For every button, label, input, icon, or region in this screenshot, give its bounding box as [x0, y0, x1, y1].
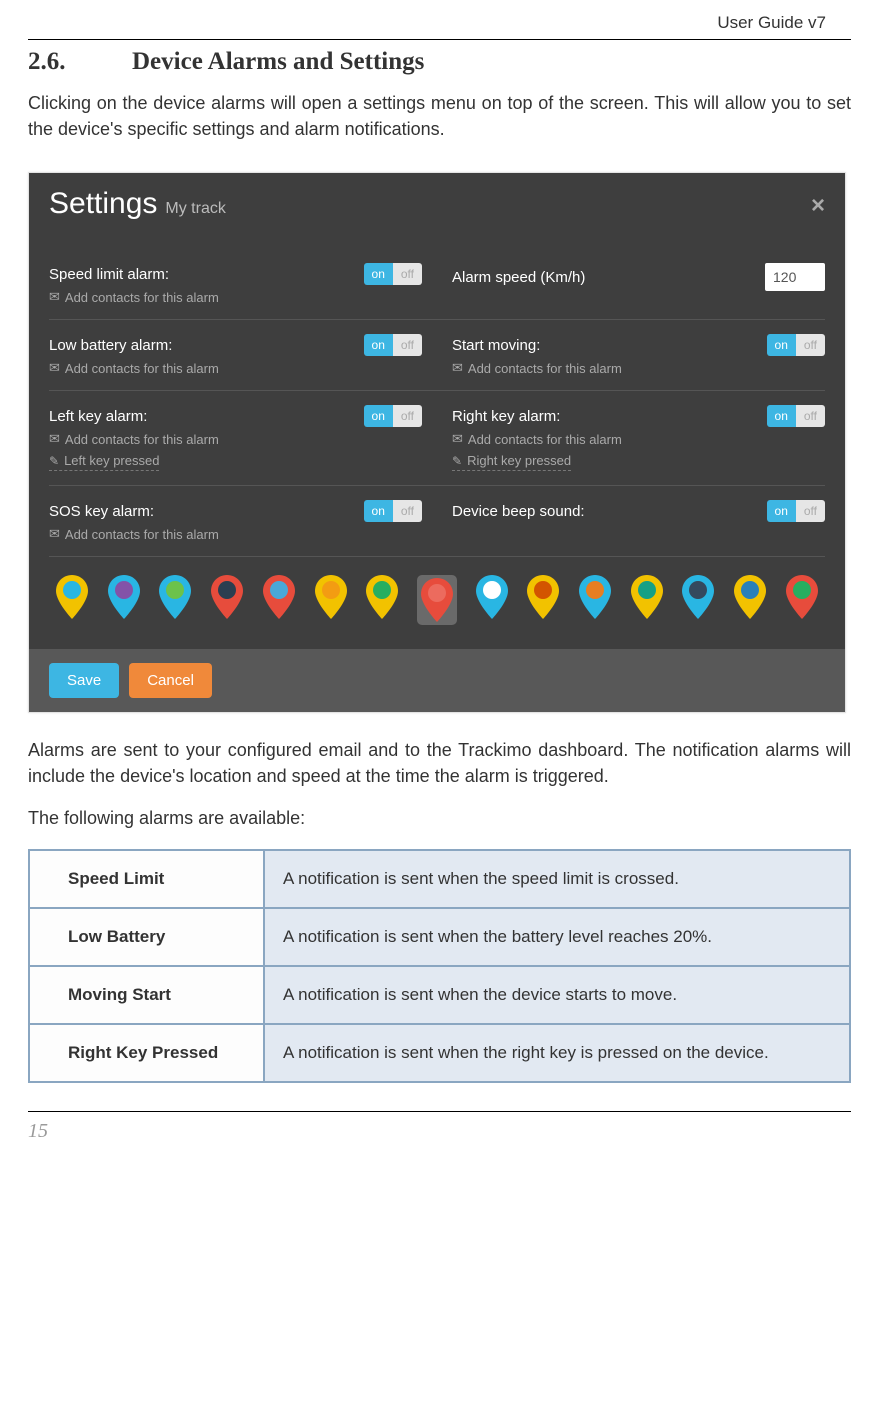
setting-label: Low battery alarm:: [49, 337, 172, 354]
page-number: 15: [28, 1120, 851, 1143]
section-number: 2.6.: [28, 48, 132, 76]
setting-label: Start moving:: [452, 337, 540, 354]
after-panel-paragraph: Alarms are sent to your configured email…: [28, 737, 851, 789]
add-contacts-link[interactable]: Add contacts for this alarm: [49, 526, 422, 542]
alarm-desc: A notification is sent when the device s…: [264, 966, 850, 1024]
toggle-switch[interactable]: onoff: [767, 500, 825, 522]
settings-header: Settings My track ×: [29, 173, 845, 235]
settings-row: Low battery alarm: onoff Add contacts for …: [49, 320, 825, 391]
toggle-switch[interactable]: onoff: [364, 263, 422, 285]
setting-cell-right: Device beep sound: onoff: [452, 500, 825, 542]
intro-paragraph: Clicking on the device alarms will open …: [28, 90, 851, 142]
map-pin-icon[interactable]: [630, 575, 664, 619]
setting-cell-left: SOS key alarm: onoff Add contacts for this…: [49, 500, 422, 542]
toggle-switch[interactable]: onoff: [767, 334, 825, 356]
map-pin-icon[interactable]: [785, 575, 819, 619]
setting-cell-right: Start moving: onoff Add contacts for this …: [452, 334, 825, 376]
map-pin-icon[interactable]: [475, 575, 509, 619]
settings-footer: Save Cancel: [29, 649, 845, 712]
setting-cell-left: Left key alarm: onoff Add contacts for thi…: [49, 405, 422, 471]
add-contacts-link[interactable]: Add contacts for this alarm: [452, 431, 825, 447]
map-pin-icon[interactable]: [578, 575, 612, 619]
save-button[interactable]: Save: [49, 663, 119, 698]
setting-label: Device beep sound:: [452, 503, 585, 520]
alarm-table: Speed LimitA notification is sent when t…: [28, 849, 851, 1083]
map-pin-icon[interactable]: [526, 575, 560, 619]
section-heading: 2.6.Device Alarms and Settings: [28, 48, 851, 76]
setting-label: Right key alarm:: [452, 408, 560, 425]
add-contacts-link[interactable]: Add contacts for this alarm: [452, 360, 825, 376]
map-pin-icon[interactable]: [158, 575, 192, 619]
setting-label: Speed limit alarm:: [49, 266, 169, 283]
alarm-name: Moving Start: [29, 966, 264, 1024]
settings-row: SOS key alarm: onoff Add contacts for this…: [49, 486, 825, 557]
map-pin-icon[interactable]: [55, 575, 89, 619]
doc-header: User Guide v7: [28, 13, 851, 33]
toggle-switch[interactable]: onoff: [364, 405, 422, 427]
header-rule: [28, 39, 851, 40]
setting-label: Alarm speed (Km/h): [452, 269, 585, 286]
settings-title: Settings: [49, 187, 157, 221]
section-title: Device Alarms and Settings: [132, 48, 424, 75]
settings-body: Speed limit alarm: onoff Add contacts for …: [29, 235, 845, 649]
settings-row: Speed limit alarm: onoff Add contacts for …: [49, 249, 825, 320]
map-pin-icon[interactable]: [417, 575, 457, 625]
table-row: Moving StartA notification is sent when …: [29, 966, 850, 1024]
key-pressed-field[interactable]: Left key pressed: [49, 453, 159, 471]
toggle-switch[interactable]: onoff: [767, 405, 825, 427]
alarm-desc: A notification is sent when the speed li…: [264, 850, 850, 908]
map-pin-icon[interactable]: [210, 575, 244, 619]
toggle-switch[interactable]: onoff: [364, 500, 422, 522]
settings-row: Left key alarm: onoff Add contacts for thi…: [49, 391, 825, 486]
add-contacts-link[interactable]: Add contacts for this alarm: [49, 431, 422, 447]
add-contacts-link[interactable]: Add contacts for this alarm: [49, 289, 422, 305]
alarm-speed-input[interactable]: [765, 263, 825, 291]
close-icon[interactable]: ×: [811, 192, 825, 220]
setting-cell-right: Alarm speed (Km/h): [452, 263, 825, 305]
setting-cell-left: Low battery alarm: onoff Add contacts for …: [49, 334, 422, 376]
table-row: Speed LimitA notification is sent when t…: [29, 850, 850, 908]
alarm-desc: A notification is sent when the battery …: [264, 908, 850, 966]
alarm-name: Low Battery: [29, 908, 264, 966]
cancel-button[interactable]: Cancel: [129, 663, 212, 698]
settings-subtitle: My track: [165, 200, 225, 218]
pin-icon-row: [49, 557, 825, 629]
setting-cell-left: Speed limit alarm: onoff Add contacts for …: [49, 263, 422, 305]
alarm-name: Right Key Pressed: [29, 1024, 264, 1082]
map-pin-icon[interactable]: [314, 575, 348, 619]
table-row: Low BatteryA notification is sent when t…: [29, 908, 850, 966]
footer-rule: [28, 1111, 851, 1112]
map-pin-icon[interactable]: [262, 575, 296, 619]
key-pressed-field[interactable]: Right key pressed: [452, 453, 571, 471]
setting-label: Left key alarm:: [49, 408, 147, 425]
toggle-switch[interactable]: onoff: [364, 334, 422, 356]
map-pin-icon[interactable]: [365, 575, 399, 619]
map-pin-icon[interactable]: [681, 575, 715, 619]
alarm-desc: A notification is sent when the right ke…: [264, 1024, 850, 1082]
settings-panel: Settings My track × Speed limit alarm: on…: [28, 172, 846, 713]
map-pin-icon[interactable]: [107, 575, 141, 619]
alarm-name: Speed Limit: [29, 850, 264, 908]
list-intro: The following alarms are available:: [28, 805, 851, 831]
table-row: Right Key PressedA notification is sent …: [29, 1024, 850, 1082]
setting-cell-right: Right key alarm: onoff Add contacts for th…: [452, 405, 825, 471]
map-pin-icon[interactable]: [733, 575, 767, 619]
setting-label: SOS key alarm:: [49, 503, 154, 520]
add-contacts-link[interactable]: Add contacts for this alarm: [49, 360, 422, 376]
